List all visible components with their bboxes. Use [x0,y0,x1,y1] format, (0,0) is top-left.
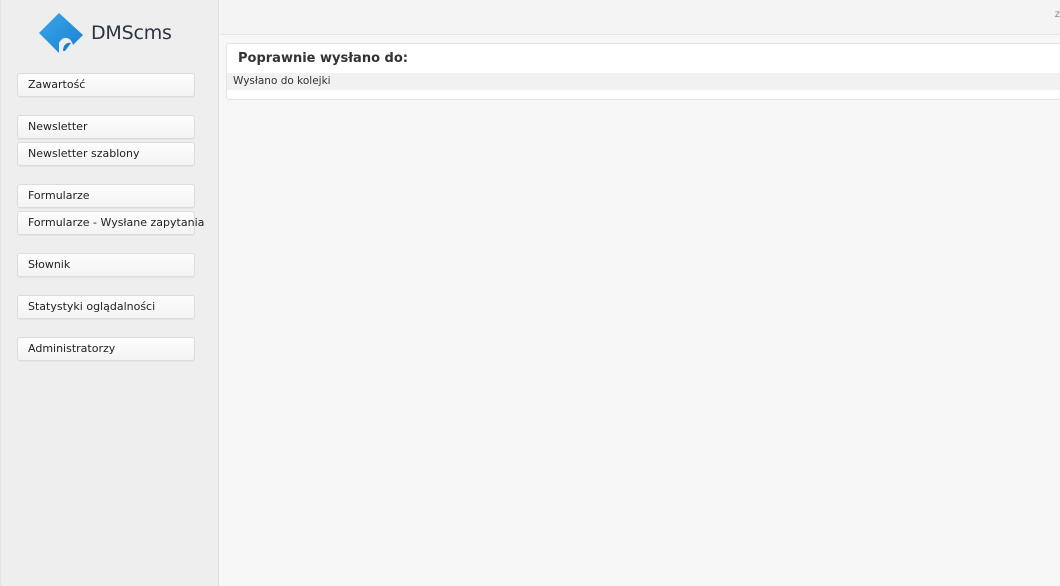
sidebar: DMScms Zawartość Newsletter Newsletter s… [0,0,219,586]
sidebar-item-administratorzy[interactable]: Administratorzy [17,337,195,361]
panel-title: Poprawnie wysłano do: [238,51,408,66]
sidebar-item-statystyki[interactable]: Statystyki oglądalności [17,295,195,319]
top-bar: z [220,0,1060,35]
result-panel: Poprawnie wysłano do: Wysłano do kolejki [226,43,1060,100]
sidebar-item-newsletter-szablony[interactable]: Newsletter szablony [17,142,195,166]
sidebar-item-slownik[interactable]: Słownik [17,253,195,277]
sidebar-item-formularze-wyslane[interactable]: Formularze - Wysłane zapytania [17,211,204,235]
panel-message: Wysłano do kolejki [227,73,1060,90]
logo[interactable]: DMScms [37,10,172,56]
sidebar-item-newsletter[interactable]: Newsletter [17,115,195,139]
topbar-right-text[interactable]: z [1055,9,1060,20]
sidebar-item-zawartosc[interactable]: Zawartość [17,73,195,97]
logo-text: DMScms [91,22,172,44]
dmscms-logo-icon [39,13,83,53]
sidebar-item-formularze[interactable]: Formularze [17,184,195,208]
